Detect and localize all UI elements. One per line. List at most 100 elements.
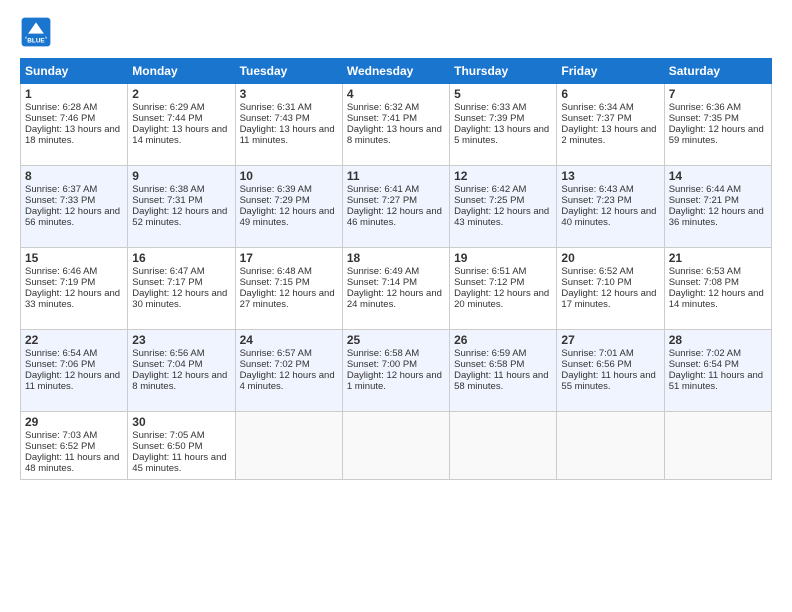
day-number: 17 bbox=[240, 251, 338, 265]
sunrise-label: Sunrise: 6:38 AM bbox=[132, 184, 204, 195]
sunrise-label: Sunrise: 6:53 AM bbox=[669, 266, 741, 277]
header: BLUE bbox=[20, 16, 772, 48]
daylight-label: Daylight: 12 hours and 8 minutes. bbox=[132, 370, 227, 392]
sunrise-label: Sunrise: 7:02 AM bbox=[669, 348, 741, 359]
day-number: 11 bbox=[347, 169, 445, 183]
calendar-cell: 3Sunrise: 6:31 AMSunset: 7:43 PMDaylight… bbox=[235, 84, 342, 166]
sunset-label: Sunset: 7:39 PM bbox=[454, 113, 524, 124]
sunset-label: Sunset: 7:06 PM bbox=[25, 359, 95, 370]
sunset-label: Sunset: 7:14 PM bbox=[347, 277, 417, 288]
sunrise-label: Sunrise: 6:31 AM bbox=[240, 102, 312, 113]
day-number: 5 bbox=[454, 87, 552, 101]
sunrise-label: Sunrise: 6:44 AM bbox=[669, 184, 741, 195]
day-number: 14 bbox=[669, 169, 767, 183]
day-number: 6 bbox=[561, 87, 659, 101]
col-header-friday: Friday bbox=[557, 59, 664, 84]
calendar-cell: 30Sunrise: 7:05 AMSunset: 6:50 PMDayligh… bbox=[128, 412, 235, 480]
sunrise-label: Sunrise: 6:43 AM bbox=[561, 184, 633, 195]
calendar-cell: 24Sunrise: 6:57 AMSunset: 7:02 PMDayligh… bbox=[235, 330, 342, 412]
calendar-cell bbox=[557, 412, 664, 480]
calendar-cell: 10Sunrise: 6:39 AMSunset: 7:29 PMDayligh… bbox=[235, 166, 342, 248]
day-number: 29 bbox=[25, 415, 123, 429]
day-number: 24 bbox=[240, 333, 338, 347]
daylight-label: Daylight: 13 hours and 2 minutes. bbox=[561, 124, 656, 146]
sunset-label: Sunset: 6:52 PM bbox=[25, 441, 95, 452]
logo-icon: BLUE bbox=[20, 16, 52, 48]
day-number: 16 bbox=[132, 251, 230, 265]
col-header-sunday: Sunday bbox=[21, 59, 128, 84]
daylight-label: Daylight: 12 hours and 36 minutes. bbox=[669, 206, 764, 228]
sunrise-label: Sunrise: 6:36 AM bbox=[669, 102, 741, 113]
sunrise-label: Sunrise: 6:59 AM bbox=[454, 348, 526, 359]
calendar-cell: 11Sunrise: 6:41 AMSunset: 7:27 PMDayligh… bbox=[342, 166, 449, 248]
sunset-label: Sunset: 6:56 PM bbox=[561, 359, 631, 370]
sunset-label: Sunset: 7:23 PM bbox=[561, 195, 631, 206]
sunset-label: Sunset: 7:27 PM bbox=[347, 195, 417, 206]
calendar-cell: 29Sunrise: 7:03 AMSunset: 6:52 PMDayligh… bbox=[21, 412, 128, 480]
sunset-label: Sunset: 7:21 PM bbox=[669, 195, 739, 206]
daylight-label: Daylight: 12 hours and 33 minutes. bbox=[25, 288, 120, 310]
sunrise-label: Sunrise: 6:41 AM bbox=[347, 184, 419, 195]
calendar-cell bbox=[664, 412, 771, 480]
sunrise-label: Sunrise: 6:52 AM bbox=[561, 266, 633, 277]
daylight-label: Daylight: 12 hours and 40 minutes. bbox=[561, 206, 656, 228]
day-number: 1 bbox=[25, 87, 123, 101]
daylight-label: Daylight: 12 hours and 46 minutes. bbox=[347, 206, 442, 228]
calendar-cell: 16Sunrise: 6:47 AMSunset: 7:17 PMDayligh… bbox=[128, 248, 235, 330]
sunset-label: Sunset: 7:00 PM bbox=[347, 359, 417, 370]
sunset-label: Sunset: 6:58 PM bbox=[454, 359, 524, 370]
day-number: 28 bbox=[669, 333, 767, 347]
calendar-cell: 25Sunrise: 6:58 AMSunset: 7:00 PMDayligh… bbox=[342, 330, 449, 412]
sunrise-label: Sunrise: 6:34 AM bbox=[561, 102, 633, 113]
col-header-saturday: Saturday bbox=[664, 59, 771, 84]
svg-text:BLUE: BLUE bbox=[27, 37, 45, 44]
day-number: 27 bbox=[561, 333, 659, 347]
daylight-label: Daylight: 12 hours and 27 minutes. bbox=[240, 288, 335, 310]
sunset-label: Sunset: 7:10 PM bbox=[561, 277, 631, 288]
col-header-wednesday: Wednesday bbox=[342, 59, 449, 84]
calendar-cell: 17Sunrise: 6:48 AMSunset: 7:15 PMDayligh… bbox=[235, 248, 342, 330]
calendar-week-2: 8Sunrise: 6:37 AMSunset: 7:33 PMDaylight… bbox=[21, 166, 772, 248]
day-number: 10 bbox=[240, 169, 338, 183]
sunset-label: Sunset: 6:50 PM bbox=[132, 441, 202, 452]
calendar: SundayMondayTuesdayWednesdayThursdayFrid… bbox=[20, 58, 772, 480]
sunset-label: Sunset: 7:25 PM bbox=[454, 195, 524, 206]
calendar-cell: 23Sunrise: 6:56 AMSunset: 7:04 PMDayligh… bbox=[128, 330, 235, 412]
sunset-label: Sunset: 6:54 PM bbox=[669, 359, 739, 370]
daylight-label: Daylight: 12 hours and 11 minutes. bbox=[25, 370, 120, 392]
daylight-label: Daylight: 11 hours and 55 minutes. bbox=[561, 370, 655, 392]
day-number: 19 bbox=[454, 251, 552, 265]
day-number: 4 bbox=[347, 87, 445, 101]
col-header-monday: Monday bbox=[128, 59, 235, 84]
calendar-cell: 28Sunrise: 7:02 AMSunset: 6:54 PMDayligh… bbox=[664, 330, 771, 412]
sunrise-label: Sunrise: 7:01 AM bbox=[561, 348, 633, 359]
sunrise-label: Sunrise: 6:48 AM bbox=[240, 266, 312, 277]
sunrise-label: Sunrise: 6:29 AM bbox=[132, 102, 204, 113]
sunset-label: Sunset: 7:33 PM bbox=[25, 195, 95, 206]
sunset-label: Sunset: 7:04 PM bbox=[132, 359, 202, 370]
calendar-cell: 19Sunrise: 6:51 AMSunset: 7:12 PMDayligh… bbox=[450, 248, 557, 330]
daylight-label: Daylight: 12 hours and 30 minutes. bbox=[132, 288, 227, 310]
sunrise-label: Sunrise: 7:03 AM bbox=[25, 430, 97, 441]
day-number: 21 bbox=[669, 251, 767, 265]
daylight-label: Daylight: 12 hours and 56 minutes. bbox=[25, 206, 120, 228]
logo: BLUE bbox=[20, 16, 56, 48]
calendar-cell: 4Sunrise: 6:32 AMSunset: 7:41 PMDaylight… bbox=[342, 84, 449, 166]
sunrise-label: Sunrise: 6:32 AM bbox=[347, 102, 419, 113]
calendar-cell: 15Sunrise: 6:46 AMSunset: 7:19 PMDayligh… bbox=[21, 248, 128, 330]
page: BLUE SundayMondayTuesdayWednesdayThursda… bbox=[0, 0, 792, 490]
sunset-label: Sunset: 7:41 PM bbox=[347, 113, 417, 124]
day-number: 20 bbox=[561, 251, 659, 265]
daylight-label: Daylight: 12 hours and 1 minute. bbox=[347, 370, 442, 392]
day-number: 26 bbox=[454, 333, 552, 347]
sunset-label: Sunset: 7:35 PM bbox=[669, 113, 739, 124]
sunrise-label: Sunrise: 6:46 AM bbox=[25, 266, 97, 277]
sunset-label: Sunset: 7:17 PM bbox=[132, 277, 202, 288]
calendar-week-3: 15Sunrise: 6:46 AMSunset: 7:19 PMDayligh… bbox=[21, 248, 772, 330]
daylight-label: Daylight: 13 hours and 8 minutes. bbox=[347, 124, 442, 146]
day-number: 23 bbox=[132, 333, 230, 347]
sunrise-label: Sunrise: 6:56 AM bbox=[132, 348, 204, 359]
calendar-cell bbox=[342, 412, 449, 480]
daylight-label: Daylight: 12 hours and 17 minutes. bbox=[561, 288, 656, 310]
daylight-label: Daylight: 11 hours and 51 minutes. bbox=[669, 370, 763, 392]
